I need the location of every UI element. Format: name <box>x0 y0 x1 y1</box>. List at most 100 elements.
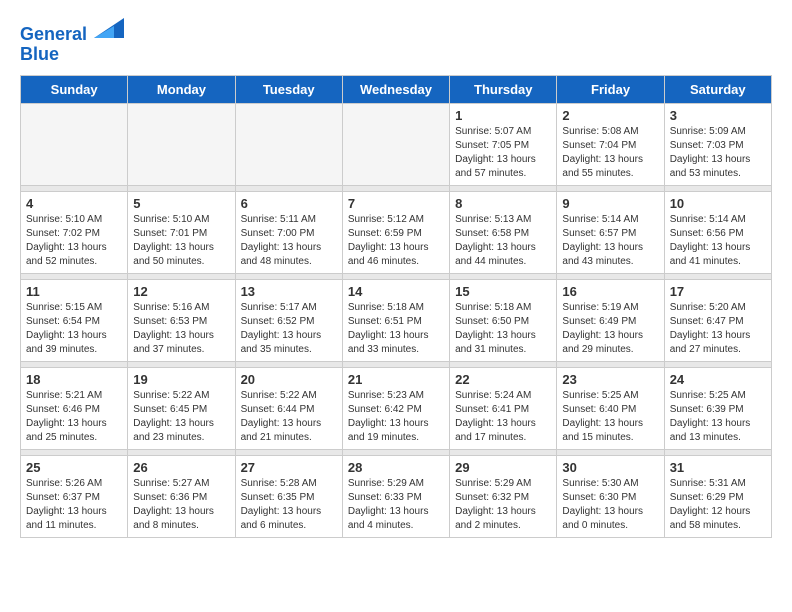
day-info: Sunrise: 5:10 AMSunset: 7:02 PMDaylight:… <box>26 213 122 269</box>
day-info: Sunrise: 5:10 AMSunset: 7:01 PMDaylight:… <box>133 213 229 269</box>
calendar-day: 4 Sunrise: 5:10 AMSunset: 7:02 PMDaylight… <box>21 191 128 273</box>
calendar-day: 7 Sunrise: 5:12 AMSunset: 6:59 PMDaylight… <box>342 191 449 273</box>
weekday-header-thursday: Thursday <box>450 75 557 103</box>
day-number: 29 <box>455 460 551 475</box>
day-info: Sunrise: 5:20 AMSunset: 6:47 PMDaylight:… <box>670 301 766 357</box>
calendar-week-1: 1 Sunrise: 5:07 AMSunset: 7:05 PMDaylight… <box>21 103 772 185</box>
day-number: 17 <box>670 284 766 299</box>
calendar-day: 5 Sunrise: 5:10 AMSunset: 7:01 PMDaylight… <box>128 191 235 273</box>
calendar-day: 29 Sunrise: 5:29 AMSunset: 6:32 PMDayligh… <box>450 455 557 537</box>
day-info: Sunrise: 5:18 AMSunset: 6:50 PMDaylight:… <box>455 301 551 357</box>
calendar-day: 25 Sunrise: 5:26 AMSunset: 6:37 PMDayligh… <box>21 455 128 537</box>
calendar-day: 2 Sunrise: 5:08 AMSunset: 7:04 PMDaylight… <box>557 103 664 185</box>
day-number: 21 <box>348 372 444 387</box>
calendar-day <box>21 103 128 185</box>
day-info: Sunrise: 5:26 AMSunset: 6:37 PMDaylight:… <box>26 477 122 533</box>
logo-icon <box>94 16 124 40</box>
weekday-header-saturday: Saturday <box>664 75 771 103</box>
calendar-day: 9Sunrise: 5:14 AMSunset: 6:57 PMDaylight… <box>557 191 664 273</box>
day-info: Sunrise: 5:25 AMSunset: 6:40 PMDaylight:… <box>562 389 658 445</box>
calendar-day: 30Sunrise: 5:30 AMSunset: 6:30 PMDayligh… <box>557 455 664 537</box>
day-info: Sunrise: 5:22 AMSunset: 6:44 PMDaylight:… <box>241 389 337 445</box>
calendar-week-2: 4 Sunrise: 5:10 AMSunset: 7:02 PMDaylight… <box>21 191 772 273</box>
calendar-day <box>128 103 235 185</box>
calendar-day: 21 Sunrise: 5:23 AMSunset: 6:42 PMDayligh… <box>342 367 449 449</box>
weekday-header-sunday: Sunday <box>21 75 128 103</box>
calendar-week-3: 11 Sunrise: 5:15 AMSunset: 6:54 PMDayligh… <box>21 279 772 361</box>
day-number: 10 <box>670 196 766 211</box>
calendar-day: 31 Sunrise: 5:31 AMSunset: 6:29 PMDayligh… <box>664 455 771 537</box>
day-number: 20 <box>241 372 337 387</box>
day-number: 30 <box>562 460 658 475</box>
calendar-day: 11 Sunrise: 5:15 AMSunset: 6:54 PMDayligh… <box>21 279 128 361</box>
day-info: Sunrise: 5:13 AMSunset: 6:58 PMDaylight:… <box>455 213 551 269</box>
day-number: 26 <box>133 460 229 475</box>
calendar-day: 6 Sunrise: 5:11 AMSunset: 7:00 PMDaylight… <box>235 191 342 273</box>
calendar-day: 18 Sunrise: 5:21 AMSunset: 6:46 PMDayligh… <box>21 367 128 449</box>
calendar-day <box>235 103 342 185</box>
day-info: Sunrise: 5:31 AMSunset: 6:29 PMDaylight:… <box>670 477 766 533</box>
day-info: Sunrise: 5:24 AMSunset: 6:41 PMDaylight:… <box>455 389 551 445</box>
day-info: Sunrise: 5:18 AMSunset: 6:51 PMDaylight:… <box>348 301 444 357</box>
day-number: 27 <box>241 460 337 475</box>
weekday-header-row: SundayMondayTuesdayWednesdayThursdayFrid… <box>21 75 772 103</box>
day-info: Sunrise: 5:23 AMSunset: 6:42 PMDaylight:… <box>348 389 444 445</box>
weekday-header-tuesday: Tuesday <box>235 75 342 103</box>
day-info: Sunrise: 5:22 AMSunset: 6:45 PMDaylight:… <box>133 389 229 445</box>
logo: General Blue <box>20 20 124 65</box>
day-number: 13 <box>241 284 337 299</box>
day-info: Sunrise: 5:07 AMSunset: 7:05 PMDaylight:… <box>455 125 551 181</box>
day-info: Sunrise: 5:12 AMSunset: 6:59 PMDaylight:… <box>348 213 444 269</box>
day-number: 5 <box>133 196 229 211</box>
day-number: 1 <box>455 108 551 123</box>
day-info: Sunrise: 5:15 AMSunset: 6:54 PMDaylight:… <box>26 301 122 357</box>
calendar-day: 27 Sunrise: 5:28 AMSunset: 6:35 PMDayligh… <box>235 455 342 537</box>
day-info: Sunrise: 5:29 AMSunset: 6:33 PMDaylight:… <box>348 477 444 533</box>
day-info: Sunrise: 5:28 AMSunset: 6:35 PMDaylight:… <box>241 477 337 533</box>
day-number: 11 <box>26 284 122 299</box>
day-number: 2 <box>562 108 658 123</box>
calendar-day: 26Sunrise: 5:27 AMSunset: 6:36 PMDayligh… <box>128 455 235 537</box>
day-number: 12 <box>133 284 229 299</box>
calendar-table: SundayMondayTuesdayWednesdayThursdayFrid… <box>20 75 772 538</box>
calendar-day: 13Sunrise: 5:17 AMSunset: 6:52 PMDayligh… <box>235 279 342 361</box>
day-number: 23 <box>562 372 658 387</box>
calendar-day <box>342 103 449 185</box>
day-number: 28 <box>348 460 444 475</box>
calendar-day: 3Sunrise: 5:09 AMSunset: 7:03 PMDaylight… <box>664 103 771 185</box>
calendar-day: 28 Sunrise: 5:29 AMSunset: 6:33 PMDayligh… <box>342 455 449 537</box>
day-number: 15 <box>455 284 551 299</box>
calendar-day: 17 Sunrise: 5:20 AMSunset: 6:47 PMDayligh… <box>664 279 771 361</box>
day-number: 14 <box>348 284 444 299</box>
weekday-header-wednesday: Wednesday <box>342 75 449 103</box>
calendar-day: 10 Sunrise: 5:14 AMSunset: 6:56 PMDayligh… <box>664 191 771 273</box>
day-info: Sunrise: 5:14 AMSunset: 6:57 PMDaylight:… <box>562 213 658 269</box>
calendar-day: 15 Sunrise: 5:18 AMSunset: 6:50 PMDayligh… <box>450 279 557 361</box>
day-number: 31 <box>670 460 766 475</box>
day-info: Sunrise: 5:21 AMSunset: 6:46 PMDaylight:… <box>26 389 122 445</box>
day-number: 24 <box>670 372 766 387</box>
day-number: 3 <box>670 108 766 123</box>
day-number: 16 <box>562 284 658 299</box>
day-number: 4 <box>26 196 122 211</box>
day-info: Sunrise: 5:08 AMSunset: 7:04 PMDaylight:… <box>562 125 658 181</box>
day-number: 6 <box>241 196 337 211</box>
calendar-day: 1 Sunrise: 5:07 AMSunset: 7:05 PMDaylight… <box>450 103 557 185</box>
calendar-day: 24Sunrise: 5:25 AMSunset: 6:39 PMDayligh… <box>664 367 771 449</box>
calendar-day: 12 Sunrise: 5:16 AMSunset: 6:53 PMDayligh… <box>128 279 235 361</box>
day-number: 7 <box>348 196 444 211</box>
calendar-week-5: 25 Sunrise: 5:26 AMSunset: 6:37 PMDayligh… <box>21 455 772 537</box>
calendar-day: 8Sunrise: 5:13 AMSunset: 6:58 PMDaylight… <box>450 191 557 273</box>
day-number: 18 <box>26 372 122 387</box>
calendar-day: 20 Sunrise: 5:22 AMSunset: 6:44 PMDayligh… <box>235 367 342 449</box>
logo-text-blue: Blue <box>20 45 124 65</box>
day-info: Sunrise: 5:14 AMSunset: 6:56 PMDaylight:… <box>670 213 766 269</box>
day-info: Sunrise: 5:16 AMSunset: 6:53 PMDaylight:… <box>133 301 229 357</box>
page-header: General Blue <box>20 20 772 65</box>
logo-text: General <box>20 20 124 45</box>
calendar-day: 22Sunrise: 5:24 AMSunset: 6:41 PMDayligh… <box>450 367 557 449</box>
day-number: 25 <box>26 460 122 475</box>
day-info: Sunrise: 5:11 AMSunset: 7:00 PMDaylight:… <box>241 213 337 269</box>
weekday-header-monday: Monday <box>128 75 235 103</box>
day-info: Sunrise: 5:29 AMSunset: 6:32 PMDaylight:… <box>455 477 551 533</box>
